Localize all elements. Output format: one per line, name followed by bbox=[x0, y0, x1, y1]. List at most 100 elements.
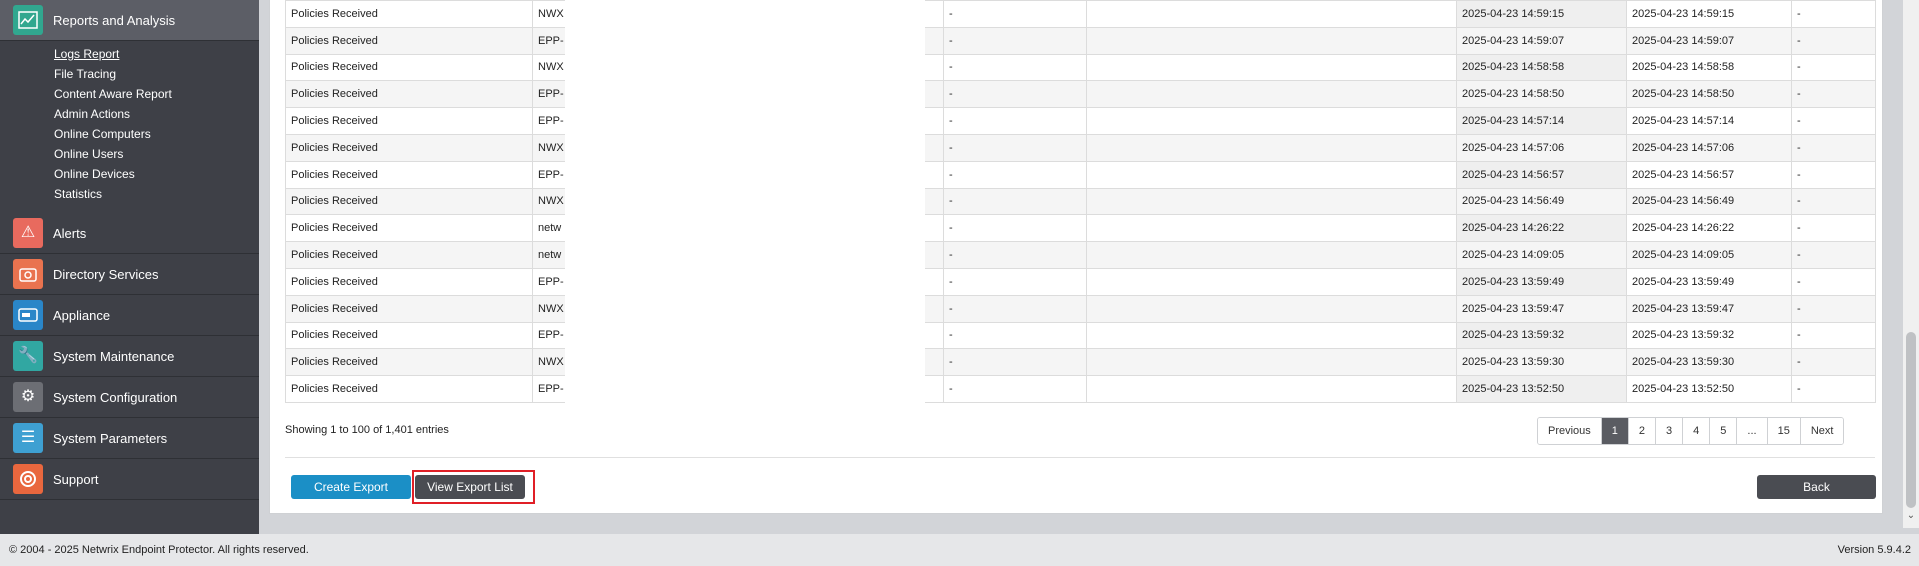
directory-icon bbox=[13, 259, 43, 289]
table-cell: 2025-04-23 14:56:49 bbox=[1456, 187, 1627, 216]
table-cell: - bbox=[1791, 294, 1876, 323]
reports-submenu: Logs Report File Tracing Content Aware R… bbox=[0, 43, 259, 205]
table-cell: 2025-04-23 14:09:05 bbox=[1456, 241, 1627, 269]
table-cell: Policies Received bbox=[285, 348, 533, 377]
submenu-online-devices[interactable]: Online Devices bbox=[54, 165, 135, 183]
table-cell: Policies Received bbox=[285, 187, 533, 216]
table-cell bbox=[1086, 241, 1457, 269]
table-cell: Policies Received bbox=[285, 214, 533, 243]
table-cell: - bbox=[1791, 80, 1876, 109]
table-cell bbox=[1086, 53, 1457, 82]
table-cell: 2025-04-23 14:26:22 bbox=[1456, 214, 1627, 243]
table-cell bbox=[1086, 294, 1457, 323]
table-cell: - bbox=[1791, 214, 1876, 243]
nav-system-configuration[interactable]: ⚙ System Configuration bbox=[0, 377, 259, 418]
table-cell: 2025-04-23 14:26:22 bbox=[1626, 214, 1792, 243]
table-cell bbox=[1086, 80, 1457, 109]
table-cell: Policies Received bbox=[285, 26, 533, 55]
pagination-item: ... bbox=[1737, 418, 1768, 444]
table-row: Policies ReceivedNWX192.168.43.173Andre-… bbox=[285, 294, 1876, 323]
scroll-down-icon[interactable]: ⌄ bbox=[1903, 510, 1919, 524]
table-cell: 2025-04-23 14:59:15 bbox=[1456, 0, 1627, 28]
table-cell: 2025-04-23 14:56:49 bbox=[1626, 187, 1792, 216]
highlight-box bbox=[412, 470, 535, 504]
submenu-file-tracing[interactable]: File Tracing bbox=[54, 65, 116, 83]
table-row: Policies ReceivedNWX192.168.43.173Andre-… bbox=[285, 348, 1876, 377]
table-row: Policies ReceivedEPP-192.168.43.145eppu:… bbox=[285, 267, 1876, 296]
submenu-content-aware-report[interactable]: Content Aware Report bbox=[54, 85, 172, 103]
table-cell: - bbox=[943, 348, 1087, 377]
pagination-item[interactable]: 1 bbox=[1601, 418, 1629, 444]
table-cell: 2025-04-23 14:56:57 bbox=[1456, 160, 1627, 189]
nav-label: Reports and Analysis bbox=[53, 12, 176, 28]
table-row: Policies ReceivedNWX192.168.43.173Andre-… bbox=[285, 0, 1876, 28]
nav-system-maintenance[interactable]: 🔧 System Maintenance bbox=[0, 336, 259, 377]
pagination-item[interactable]: 2 bbox=[1628, 418, 1657, 444]
nav-system-parameters[interactable]: ☰ System Parameters bbox=[0, 418, 259, 459]
table-cell bbox=[1086, 321, 1457, 350]
table-cell bbox=[1086, 267, 1457, 296]
table-cell: 2025-04-23 13:52:50 bbox=[1456, 375, 1627, 403]
nav-support[interactable]: Support bbox=[0, 459, 259, 500]
submenu-online-computers[interactable]: Online Computers bbox=[54, 125, 151, 143]
table-cell: - bbox=[943, 267, 1087, 296]
submenu-logs-report[interactable]: Logs Report bbox=[54, 45, 119, 63]
table-cell: - bbox=[943, 80, 1087, 109]
table-row: Policies ReceivedEPP-192.168.43.145eppu:… bbox=[285, 107, 1876, 135]
create-export-button[interactable]: Create Export bbox=[291, 475, 411, 499]
pagination-item[interactable]: Next bbox=[1800, 418, 1844, 444]
table-cell: - bbox=[943, 53, 1087, 82]
table-cell: 2025-04-23 13:59:47 bbox=[1626, 294, 1792, 323]
version-text: Version 5.9.4.2 bbox=[1837, 544, 1911, 556]
table-cell bbox=[1086, 348, 1457, 377]
scrollbar-thumb[interactable] bbox=[1906, 332, 1916, 508]
logs-table: Policies ReceivedNWX192.168.43.173Andre-… bbox=[285, 0, 1876, 403]
table-cell: 2025-04-23 14:57:06 bbox=[1456, 133, 1627, 162]
nav-label: System Configuration bbox=[53, 389, 178, 405]
wrench-icon: 🔧 bbox=[13, 341, 43, 371]
nav-alerts[interactable]: ⚠ Alerts bbox=[0, 213, 259, 254]
pagination-item[interactable]: 5 bbox=[1710, 418, 1738, 444]
submenu-statistics[interactable]: Statistics bbox=[54, 185, 102, 203]
nav-directory-services[interactable]: Directory Services bbox=[0, 254, 259, 295]
table-cell: - bbox=[1791, 321, 1876, 350]
table-cell: Policies Received bbox=[285, 160, 533, 189]
table-row: Policies ReceivedNWX192.168.43.173Andre-… bbox=[285, 187, 1876, 216]
nav-label: Support bbox=[53, 471, 99, 487]
table-cell bbox=[1086, 133, 1457, 162]
table-cell: - bbox=[943, 321, 1087, 350]
table-cell: - bbox=[943, 187, 1087, 216]
table-cell: - bbox=[1791, 348, 1876, 377]
nav-appliance[interactable]: Appliance bbox=[0, 295, 259, 336]
table-cell: Policies Received bbox=[285, 53, 533, 82]
back-button[interactable]: Back bbox=[1757, 475, 1876, 499]
sidebar: Reports and Analysis Logs Report File Tr… bbox=[0, 0, 259, 534]
table-cell: - bbox=[943, 133, 1087, 162]
table-cell: 2025-04-23 14:59:07 bbox=[1456, 26, 1627, 55]
table-row: Policies ReceivedEPP-192.168.43.145eppu:… bbox=[285, 375, 1876, 403]
table-cell: 2025-04-23 13:59:49 bbox=[1626, 267, 1792, 296]
pagination-item[interactable]: 15 bbox=[1767, 418, 1801, 444]
table-cell: 2025-04-23 14:57:14 bbox=[1626, 107, 1792, 135]
table-row: Policies ReceivedEPP-192.168.43.145eppu:… bbox=[285, 160, 1876, 189]
submenu-admin-actions[interactable]: Admin Actions bbox=[54, 105, 130, 123]
nav-label: Alerts bbox=[53, 225, 87, 241]
pagination-item[interactable]: 3 bbox=[1656, 418, 1684, 444]
divider bbox=[285, 457, 1875, 458]
table-row: Policies Receivednetw192.168.43.201andre… bbox=[285, 241, 1876, 269]
table-cell: 2025-04-23 13:59:30 bbox=[1456, 348, 1627, 377]
submenu-online-users[interactable]: Online Users bbox=[54, 145, 123, 163]
warning-icon: ⚠ bbox=[13, 218, 43, 248]
table-cell: 2025-04-23 13:59:30 bbox=[1626, 348, 1792, 377]
table-cell: 2025-04-23 13:59:32 bbox=[1626, 321, 1792, 350]
table-cell: 2025-04-23 14:58:58 bbox=[1456, 53, 1627, 82]
pagination-item[interactable]: Previous bbox=[1538, 418, 1602, 444]
nav-reports-and-analysis[interactable]: Reports and Analysis bbox=[0, 0, 259, 41]
table-cell: - bbox=[1791, 53, 1876, 82]
table-cell bbox=[1086, 214, 1457, 243]
pagination-item[interactable]: 4 bbox=[1683, 418, 1711, 444]
table-cell: Policies Received bbox=[285, 133, 533, 162]
table-cell: 2025-04-23 14:09:05 bbox=[1626, 241, 1792, 269]
table-cell: Policies Received bbox=[285, 241, 533, 269]
table-row: Policies ReceivedEPP-192.168.43.145eppu:… bbox=[285, 80, 1876, 109]
